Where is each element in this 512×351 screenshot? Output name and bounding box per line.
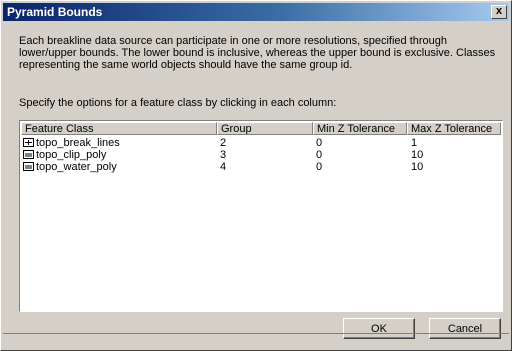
feature-class-name: topo_break_lines — [36, 137, 120, 149]
group-cell[interactable]: 4 — [220, 161, 226, 173]
header-feature-class[interactable]: Feature Class — [21, 122, 217, 135]
feature-class-list[interactable]: Feature Class Group Min Z Tolerance Max … — [19, 120, 503, 312]
min-z-cell[interactable]: 0 — [316, 137, 322, 149]
feature-class-cell[interactable]: topo_clip_poly — [23, 149, 106, 161]
feature-class-name: topo_clip_poly — [36, 149, 107, 161]
pyramid-bounds-dialog: Pyramid Bounds x Each breakline data sou… — [0, 0, 512, 351]
polyline-feature-icon — [23, 138, 34, 147]
title-bar[interactable]: Pyramid Bounds x — [3, 3, 509, 21]
min-z-cell[interactable]: 0 — [316, 149, 322, 161]
max-z-cell[interactable]: 10 — [411, 149, 423, 161]
polygon-feature-icon — [23, 162, 34, 171]
column-headers: Feature Class Group Min Z Tolerance Max … — [21, 122, 501, 136]
min-z-cell[interactable]: 0 — [316, 161, 322, 173]
feature-class-name: topo_water_poly — [36, 161, 117, 173]
max-z-cell[interactable]: 1 — [411, 137, 417, 149]
header-group[interactable]: Group — [217, 122, 313, 135]
feature-class-cell[interactable]: topo_water_poly — [23, 161, 117, 173]
group-cell[interactable]: 2 — [220, 137, 226, 149]
table-row[interactable]: topo_water_poly 4 0 10 — [21, 161, 501, 173]
feature-class-cell[interactable]: topo_break_lines — [23, 137, 120, 149]
max-z-cell[interactable]: 10 — [411, 161, 423, 173]
header-min-z-tolerance[interactable]: Min Z Tolerance — [313, 122, 407, 135]
group-cell[interactable]: 3 — [220, 149, 226, 161]
instruction-text: Specify the options for a feature class … — [19, 97, 337, 109]
table-row[interactable]: topo_break_lines 2 0 1 — [21, 137, 501, 149]
close-button[interactable]: x — [491, 5, 507, 19]
dialog-bottom-edge — [3, 333, 509, 348]
header-max-z-tolerance[interactable]: Max Z Tolerance — [407, 122, 501, 135]
polygon-feature-icon — [23, 150, 34, 159]
dialog-title: Pyramid Bounds — [7, 5, 103, 19]
table-row[interactable]: topo_clip_poly 3 0 10 — [21, 149, 501, 161]
description-text: Each breakline data source can participa… — [19, 35, 496, 71]
close-icon: x — [495, 5, 503, 17]
